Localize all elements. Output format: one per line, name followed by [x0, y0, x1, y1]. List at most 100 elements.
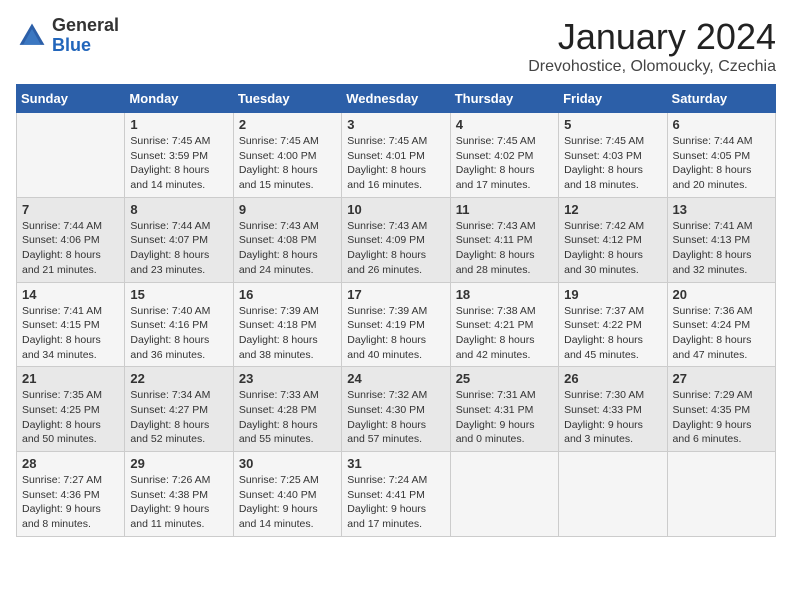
day-detail: Sunrise: 7:45 AM Sunset: 3:59 PM Dayligh…: [130, 134, 227, 193]
calendar-cell: 3 Sunrise: 7:45 AM Sunset: 4:01 PM Daylig…: [342, 113, 450, 198]
day-number: 17: [347, 287, 444, 302]
day-number: 7: [22, 202, 119, 217]
calendar-cell: 14 Sunrise: 7:41 AM Sunset: 4:15 PM Dayli…: [17, 282, 125, 367]
day-number: 19: [564, 287, 661, 302]
day-number: 3: [347, 117, 444, 132]
day-detail: Sunrise: 7:37 AM Sunset: 4:22 PM Dayligh…: [564, 304, 661, 363]
day-number: 4: [456, 117, 553, 132]
calendar-cell: 9 Sunrise: 7:43 AM Sunset: 4:08 PM Daylig…: [233, 197, 341, 282]
calendar-cell: 2Sunrise: 7:45 AM Sunset: 4:00 PM Daylig…: [233, 113, 341, 198]
header-day-friday: Friday: [559, 85, 667, 113]
calendar-subtitle: Drevohostice, Olomoucky, Czechia: [528, 58, 776, 76]
day-number: 16: [239, 287, 336, 302]
calendar-cell: 17 Sunrise: 7:39 AM Sunset: 4:19 PM Dayli…: [342, 282, 450, 367]
day-detail: Sunrise: 7:38 AM Sunset: 4:21 PM Dayligh…: [456, 304, 553, 363]
day-number: 30: [239, 456, 336, 471]
calendar-cell: 22 Sunrise: 7:34 AM Sunset: 4:27 PM Dayli…: [125, 367, 233, 452]
day-number: 23: [239, 371, 336, 386]
day-detail: Sunrise: 7:41 AM Sunset: 4:13 PM Dayligh…: [673, 219, 770, 278]
day-detail: Sunrise: 7:24 AM Sunset: 4:41 PM Dayligh…: [347, 473, 444, 532]
day-detail: Sunrise: 7:35 AM Sunset: 4:25 PM Dayligh…: [22, 388, 119, 447]
calendar-cell: [667, 452, 775, 537]
calendar-cell: 5 Sunrise: 7:45 AM Sunset: 4:03 PM Daylig…: [559, 113, 667, 198]
calendar-cell: 8Sunrise: 7:44 AM Sunset: 4:07 PM Daylig…: [125, 197, 233, 282]
day-number: 9: [239, 202, 336, 217]
header-day-wednesday: Wednesday: [342, 85, 450, 113]
logo-blue-text: Blue: [52, 36, 119, 56]
day-number: 28: [22, 456, 119, 471]
day-number: 5: [564, 117, 661, 132]
calendar-cell: [559, 452, 667, 537]
day-detail: Sunrise: 7:34 AM Sunset: 4:27 PM Dayligh…: [130, 388, 227, 447]
day-detail: Sunrise: 7:45 AM Sunset: 4:01 PM Dayligh…: [347, 134, 444, 193]
day-number: 10: [347, 202, 444, 217]
day-detail: Sunrise: 7:41 AM Sunset: 4:15 PM Dayligh…: [22, 304, 119, 363]
calendar-cell: 1 Sunrise: 7:45 AM Sunset: 3:59 PM Daylig…: [125, 113, 233, 198]
day-number: 31: [347, 456, 444, 471]
title-block: January 2024 Drevohostice, Olomoucky, Cz…: [528, 16, 776, 76]
day-detail: Sunrise: 7:44 AM Sunset: 4:06 PM Dayligh…: [22, 219, 119, 278]
calendar-cell: 28 Sunrise: 7:27 AM Sunset: 4:36 PM Dayli…: [17, 452, 125, 537]
day-detail: Sunrise: 7:44 AM Sunset: 4:07 PM Dayligh…: [130, 219, 227, 278]
day-detail: Sunrise: 7:27 AM Sunset: 4:36 PM Dayligh…: [22, 473, 119, 532]
header-day-tuesday: Tuesday: [233, 85, 341, 113]
day-detail: Sunrise: 7:40 AM Sunset: 4:16 PM Dayligh…: [130, 304, 227, 363]
day-detail: Sunrise: 7:29 AM Sunset: 4:35 PM Dayligh…: [673, 388, 770, 447]
calendar-cell: 29 Sunrise: 7:26 AM Sunset: 4:38 PM Dayli…: [125, 452, 233, 537]
day-detail: Sunrise: 7:26 AM Sunset: 4:38 PM Dayligh…: [130, 473, 227, 532]
day-number: 26: [564, 371, 661, 386]
header-day-saturday: Saturday: [667, 85, 775, 113]
day-detail: Sunrise: 7:39 AM Sunset: 4:18 PM Dayligh…: [239, 304, 336, 363]
calendar-cell: 16 Sunrise: 7:39 AM Sunset: 4:18 PM Dayli…: [233, 282, 341, 367]
day-detail: Sunrise: 7:44 AM Sunset: 4:05 PM Dayligh…: [673, 134, 770, 193]
day-number: 12: [564, 202, 661, 217]
calendar-cell: 13 Sunrise: 7:41 AM Sunset: 4:13 PM Dayli…: [667, 197, 775, 282]
calendar-cell: 19 Sunrise: 7:37 AM Sunset: 4:22 PM Dayli…: [559, 282, 667, 367]
day-detail: Sunrise: 7:39 AM Sunset: 4:19 PM Dayligh…: [347, 304, 444, 363]
day-number: 21: [22, 371, 119, 386]
day-number: 11: [456, 202, 553, 217]
day-detail: Sunrise: 7:43 AM Sunset: 4:08 PM Dayligh…: [239, 219, 336, 278]
day-detail: Sunrise: 7:36 AM Sunset: 4:24 PM Dayligh…: [673, 304, 770, 363]
calendar-cell: 7 Sunrise: 7:44 AM Sunset: 4:06 PM Daylig…: [17, 197, 125, 282]
day-number: 15: [130, 287, 227, 302]
day-number: 2: [239, 117, 336, 132]
header-row: SundayMondayTuesdayWednesdayThursdayFrid…: [17, 85, 776, 113]
header: General Blue January 2024 Drevohostice, …: [16, 16, 776, 76]
day-detail: Sunrise: 7:43 AM Sunset: 4:09 PM Dayligh…: [347, 219, 444, 278]
logo: General Blue: [16, 16, 119, 56]
week-row-3: 14 Sunrise: 7:41 AM Sunset: 4:15 PM Dayli…: [17, 282, 776, 367]
day-number: 14: [22, 287, 119, 302]
calendar-cell: 10 Sunrise: 7:43 AM Sunset: 4:09 PM Dayli…: [342, 197, 450, 282]
calendar-cell: 15 Sunrise: 7:40 AM Sunset: 4:16 PM Dayli…: [125, 282, 233, 367]
day-number: 25: [456, 371, 553, 386]
day-number: 18: [456, 287, 553, 302]
calendar-cell: 4Sunrise: 7:45 AM Sunset: 4:02 PM Daylig…: [450, 113, 558, 198]
day-detail: Sunrise: 7:25 AM Sunset: 4:40 PM Dayligh…: [239, 473, 336, 532]
calendar-cell: 25 Sunrise: 7:31 AM Sunset: 4:31 PM Dayli…: [450, 367, 558, 452]
calendar-cell: 24 Sunrise: 7:32 AM Sunset: 4:30 PM Dayli…: [342, 367, 450, 452]
logo-icon: [16, 20, 48, 52]
calendar-title: January 2024: [528, 16, 776, 58]
day-number: 6: [673, 117, 770, 132]
calendar-cell: 6 Sunrise: 7:44 AM Sunset: 4:05 PM Daylig…: [667, 113, 775, 198]
day-number: 24: [347, 371, 444, 386]
calendar-cell: [17, 113, 125, 198]
header-day-sunday: Sunday: [17, 85, 125, 113]
calendar-table: SundayMondayTuesdayWednesdayThursdayFrid…: [16, 84, 776, 537]
day-number: 13: [673, 202, 770, 217]
day-detail: Sunrise: 7:31 AM Sunset: 4:31 PM Dayligh…: [456, 388, 553, 447]
logo-general-text: General: [52, 16, 119, 36]
week-row-5: 28 Sunrise: 7:27 AM Sunset: 4:36 PM Dayli…: [17, 452, 776, 537]
calendar-cell: 11Sunrise: 7:43 AM Sunset: 4:11 PM Dayli…: [450, 197, 558, 282]
calendar-cell: 26Sunrise: 7:30 AM Sunset: 4:33 PM Dayli…: [559, 367, 667, 452]
calendar-cell: 27Sunrise: 7:29 AM Sunset: 4:35 PM Dayli…: [667, 367, 775, 452]
day-detail: Sunrise: 7:45 AM Sunset: 4:03 PM Dayligh…: [564, 134, 661, 193]
day-number: 22: [130, 371, 227, 386]
day-number: 29: [130, 456, 227, 471]
day-detail: Sunrise: 7:32 AM Sunset: 4:30 PM Dayligh…: [347, 388, 444, 447]
calendar-cell: 12Sunrise: 7:42 AM Sunset: 4:12 PM Dayli…: [559, 197, 667, 282]
calendar-cell: 30 Sunrise: 7:25 AM Sunset: 4:40 PM Dayli…: [233, 452, 341, 537]
calendar-cell: 31 Sunrise: 7:24 AM Sunset: 4:41 PM Dayli…: [342, 452, 450, 537]
day-number: 1: [130, 117, 227, 132]
